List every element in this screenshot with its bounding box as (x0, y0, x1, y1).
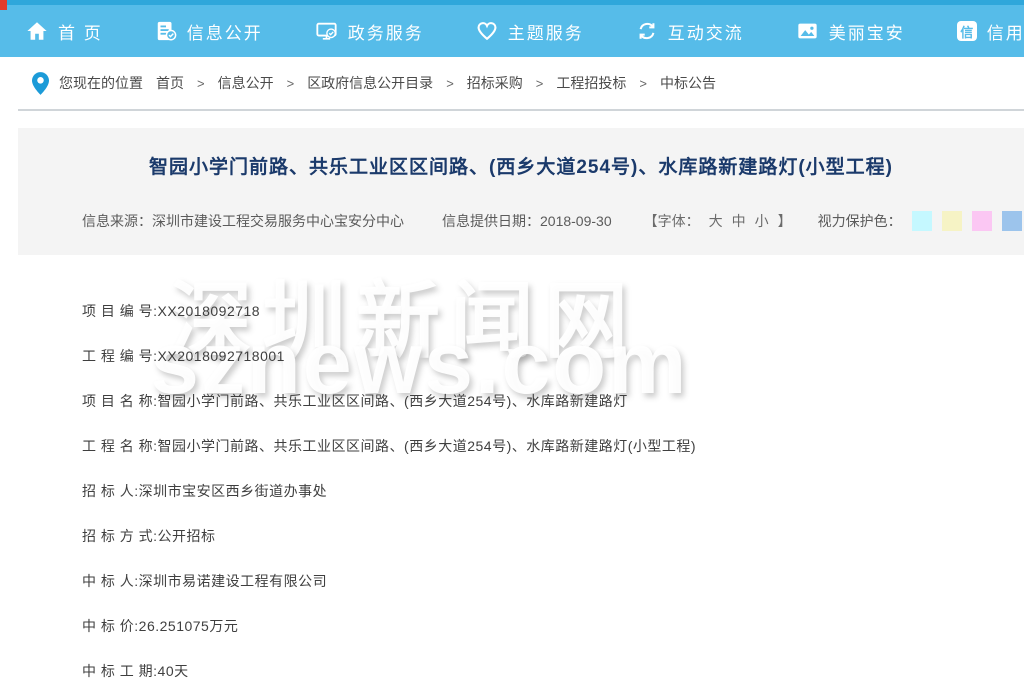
nav-item-gov-services[interactable]: 政务服务 (315, 19, 424, 44)
breadcrumb-item-directory[interactable]: 区政府信息公开目录 (307, 73, 433, 93)
eye-protect-color-swatch-yellow[interactable] (942, 211, 962, 231)
page-title: 智园小学门前路、共乐工业区区间路、(西乡大道254号)、水库路新建路灯(小型工程… (18, 152, 1024, 179)
nav-item-credit[interactable]: 信 信用宝安 (957, 19, 1024, 44)
eye-protect-color-swatch-pink[interactable] (972, 211, 992, 231)
nav-item-interaction[interactable]: 互动交流 (636, 19, 744, 44)
nav-item-label: 政务服务 (348, 19, 424, 44)
nav-item-beautiful-baoan[interactable]: 美丽宝安 (796, 19, 905, 44)
nav-item-label: 主题服务 (508, 19, 584, 44)
eye-protect-color-swatch-blue[interactable] (1002, 211, 1022, 231)
nav-item-label: 信用宝安 (987, 19, 1024, 44)
article-meta-row: 信息来源：深圳市建设工程交易服务中心宝安分中心 信息提供日期：2018-09-3… (18, 211, 1024, 231)
heart-icon (476, 20, 498, 42)
breadcrumb-separator: > (446, 76, 454, 91)
eye-protect-label: 视力保护色： (818, 211, 902, 231)
credit-xin-icon: 信 (957, 21, 977, 41)
font-size-medium-button[interactable]: 中 (732, 211, 746, 231)
info-source-value: 深圳市建设工程交易服务中心宝安分中心 (152, 213, 404, 229)
article-header-panel: 智园小学门前路、共乐工业区区间路、(西乡大道254号)、水库路新建路灯(小型工程… (18, 128, 1024, 255)
font-size-small-button[interactable]: 小 (755, 211, 769, 231)
breadcrumb-divider (18, 109, 1024, 111)
breadcrumb-item-award-notice[interactable]: 中标公告 (660, 73, 716, 93)
breadcrumb-item-project-bids[interactable]: 工程招投标 (556, 73, 626, 93)
picture-icon (796, 20, 819, 42)
font-size-bracket-open: 【字体： (644, 211, 700, 231)
gov-services-icon (315, 20, 338, 42)
field-tender-method: 招 标 方 式:公开招标 (82, 529, 994, 544)
breadcrumb-item-home[interactable]: 首页 (156, 73, 184, 93)
font-size-bracket-close: 】 (778, 211, 792, 231)
nav-item-theme-services[interactable]: 主题服务 (476, 19, 584, 44)
breadcrumb-prefix: 您现在的位置 (59, 73, 143, 93)
breadcrumb-separator: > (197, 76, 205, 91)
breadcrumb-trail: 您现在的位置 首页 > 信息公开 > 区政府信息公开目录 > 招标采购 > 工程… (59, 73, 716, 93)
info-date-label: 信息提供日期： (442, 213, 540, 229)
breadcrumb-separator: > (639, 76, 647, 91)
field-tenderer: 招 标 人:深圳市宝安区西乡街道办事处 (82, 484, 994, 499)
article-body: 项 目 编 号:XX2018092718 工 程 编 号:XX201809271… (0, 255, 1024, 699)
corner-red-marker (0, 0, 7, 10)
location-pin-icon (32, 72, 49, 95)
field-winning-bidder: 中 标 人:深圳市易诺建设工程有限公司 (82, 574, 994, 589)
field-works-name: 工 程 名 称:智园小学门前路、共乐工业区区间路、(西乡大道254号)、水库路新… (82, 439, 994, 454)
info-disclosure-icon (155, 20, 177, 42)
breadcrumb-item-bidding[interactable]: 招标采购 (467, 73, 523, 93)
nav-item-info-disclosure[interactable]: 信息公开 (155, 19, 263, 44)
home-icon (26, 20, 48, 42)
page: 首 页 信息公开 (0, 0, 1024, 699)
nav-item-label: 互动交流 (668, 19, 744, 44)
field-project-name: 项 目 名 称:智园小学门前路、共乐工业区区间路、(西乡大道254号)、水库路新… (82, 394, 994, 409)
info-date: 信息提供日期：2018-09-30 (442, 211, 612, 231)
breadcrumb-separator: > (287, 76, 295, 91)
top-navbar: 首 页 信息公开 (0, 0, 1024, 57)
field-duration: 中 标 工 期:40天 (82, 664, 994, 679)
breadcrumb-item-info[interactable]: 信息公开 (218, 73, 274, 93)
font-size-control: 【字体： 大 中 小 】 (644, 211, 792, 231)
field-works-number: 工 程 编 号:XX2018092718001 (82, 349, 994, 364)
nav-item-label: 首 页 (58, 19, 103, 44)
nav-item-label: 美丽宝安 (829, 19, 905, 44)
field-winning-price: 中 标 价:26.251075万元 (82, 619, 994, 634)
eye-protect-color-swatch-cyan[interactable] (912, 211, 932, 231)
nav-item-home[interactable]: 首 页 (26, 19, 103, 44)
info-source: 信息来源：深圳市建设工程交易服务中心宝安分中心 (82, 211, 404, 231)
font-size-large-button[interactable]: 大 (709, 211, 723, 231)
breadcrumb: 您现在的位置 首页 > 信息公开 > 区政府信息公开目录 > 招标采购 > 工程… (0, 57, 1024, 109)
info-source-label: 信息来源： (82, 213, 152, 229)
refresh-arrows-icon (636, 20, 658, 42)
eye-protect-control: 视力保护色： (818, 211, 1022, 231)
nav-item-label: 信息公开 (187, 19, 263, 44)
field-project-number: 项 目 编 号:XX2018092718 (82, 304, 994, 319)
breadcrumb-separator: > (536, 76, 544, 91)
info-date-value: 2018-09-30 (540, 213, 612, 229)
nav-items: 首 页 信息公开 (0, 5, 1024, 57)
